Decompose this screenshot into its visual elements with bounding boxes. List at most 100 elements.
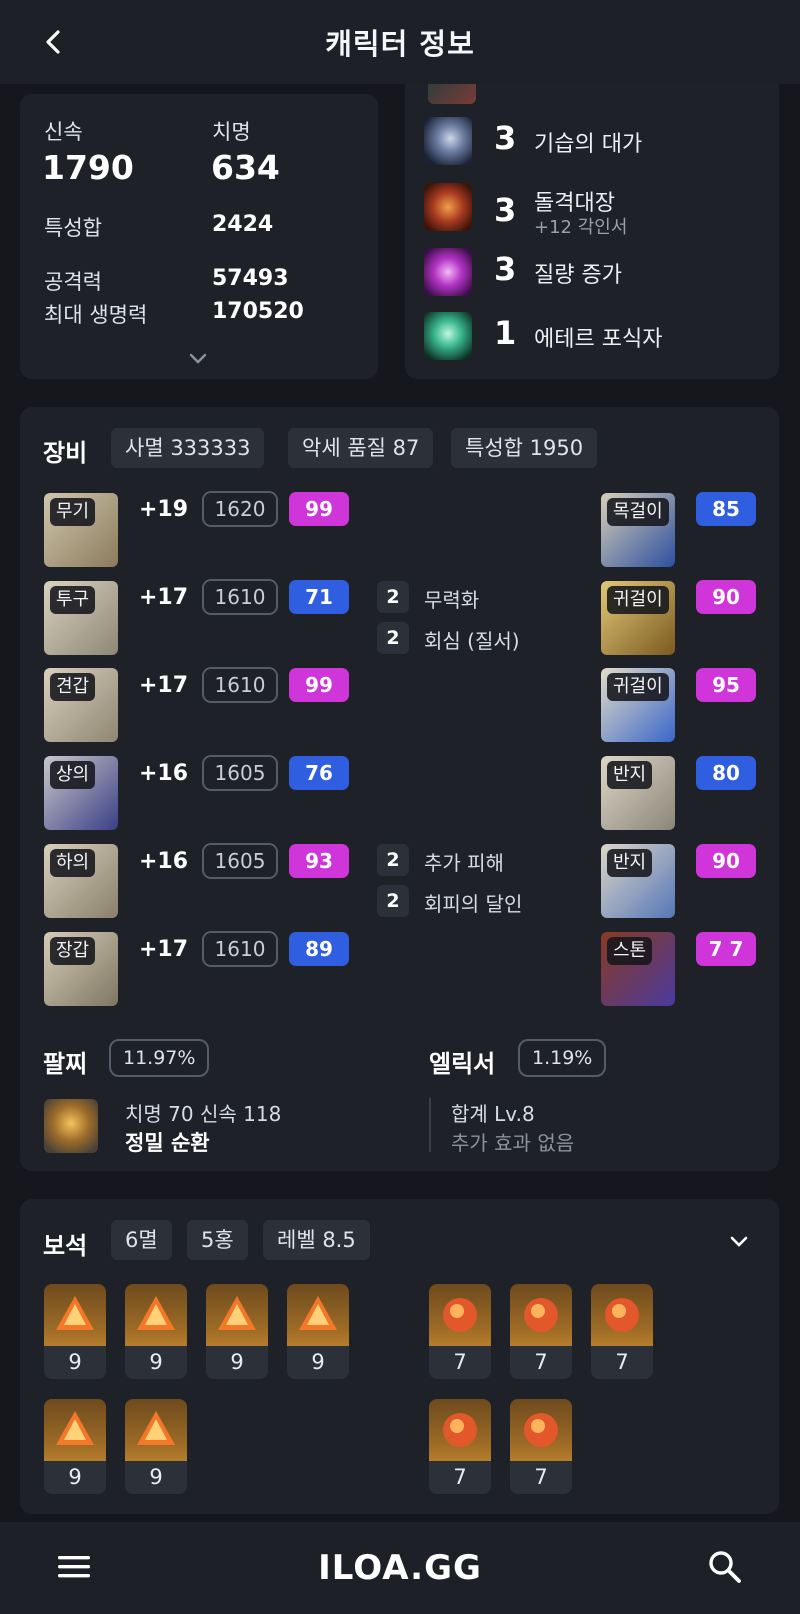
gem-annihilation[interactable]: 9 xyxy=(125,1399,187,1494)
slot-tag: 반지 xyxy=(607,849,653,877)
engraving-level: 1 xyxy=(494,314,517,352)
accessory-icon-ability-stone: 스톤 xyxy=(601,932,675,1006)
gem-icon xyxy=(429,1399,491,1461)
engraving-row[interactable]: 1 에테르 포식자 xyxy=(424,312,764,362)
gems-title: 보석 xyxy=(43,1232,88,1260)
enhance-level: +16 xyxy=(139,761,189,786)
slot-tag: 상의 xyxy=(50,761,96,789)
stone-effect-name: 무력화 xyxy=(424,588,480,612)
enhance-level: +17 xyxy=(139,673,189,698)
gem-crimson[interactable]: 7 xyxy=(591,1284,653,1379)
stat-label-total-traits: 특성합 xyxy=(44,216,102,240)
enhance-level: +19 xyxy=(139,497,189,522)
elixir-bonus: 추가 효과 없음 xyxy=(451,1131,575,1155)
gem-icon xyxy=(429,1284,491,1346)
item-level: 1610 xyxy=(202,931,278,967)
engraving-level: 3 xyxy=(494,191,517,229)
gem-annihilation[interactable]: 9 xyxy=(206,1284,268,1379)
gem-crimson[interactable]: 7 xyxy=(510,1399,572,1494)
engraving-row[interactable]: 3 기습의 대가 xyxy=(424,117,764,167)
equipment-title: 장비 xyxy=(43,439,88,467)
gem-annihilation[interactable]: 9 xyxy=(125,1284,187,1379)
stat-label-crit: 치명 xyxy=(212,120,251,144)
quality-badge: 95 xyxy=(696,668,756,702)
gem-annihilation[interactable]: 9 xyxy=(44,1399,106,1494)
enhance-level: +17 xyxy=(139,585,189,610)
gem-level: 9 xyxy=(230,1350,244,1374)
engraving-name: 에테르 포식자 xyxy=(534,327,663,352)
stats-expand-button[interactable] xyxy=(186,348,210,368)
slot-tag: 투구 xyxy=(50,586,96,614)
elixir-title: 엘릭서 xyxy=(429,1050,496,1078)
bracelet-stats: 치명 70 신속 118 xyxy=(125,1102,282,1126)
site-logo[interactable]: ILOA.GG xyxy=(0,1548,800,1588)
accessory-icon-earring: 귀걸이 xyxy=(601,581,675,655)
engraving-book-bonus: +12 각인서 xyxy=(534,217,628,238)
slot-tag: 견갑 xyxy=(50,673,96,701)
gem-crimson[interactable]: 7 xyxy=(510,1284,572,1379)
slot-tag: 귀걸이 xyxy=(607,673,669,701)
quality-badge: 85 xyxy=(696,492,756,526)
stone-effect-name: 회피의 달인 xyxy=(424,892,523,916)
gem-annihilation[interactable]: 9 xyxy=(44,1284,106,1379)
gem-icon xyxy=(287,1284,349,1346)
armor-icon-chest: 상의 xyxy=(44,756,118,830)
back-button[interactable] xyxy=(34,22,74,62)
gems-expand-button[interactable] xyxy=(726,1230,752,1252)
armor-icon-shoulder: 견갑 xyxy=(44,668,118,742)
quality-badge: 7 7 xyxy=(696,932,756,966)
stat-value-total-traits: 2424 xyxy=(212,212,274,237)
elixir-percent: 1.19% xyxy=(518,1039,607,1077)
armor-icon-pants: 하의 xyxy=(44,844,118,918)
gem-crimson[interactable]: 7 xyxy=(429,1399,491,1494)
gem-level: 7 xyxy=(615,1350,629,1374)
gem-icon xyxy=(206,1284,268,1346)
bracelet-title: 팔찌 xyxy=(43,1050,88,1078)
accessory-icon-earring: 귀걸이 xyxy=(601,668,675,742)
slot-tag: 귀걸이 xyxy=(607,586,669,614)
search-icon xyxy=(709,1551,741,1583)
enhance-level: +17 xyxy=(139,937,189,962)
accessory-icon-ring: 반지 xyxy=(601,844,675,918)
stone-effect-name: 회심 (질서) xyxy=(424,629,520,653)
quality-badge: 93 xyxy=(289,844,349,878)
gem-chip-average-level: 레벨 8.5 xyxy=(263,1220,370,1260)
gem-level: 7 xyxy=(453,1350,467,1374)
slot-tag: 스톤 xyxy=(607,937,653,965)
item-level: 1620 xyxy=(202,491,278,527)
gem-annihilation[interactable]: 9 xyxy=(287,1284,349,1379)
enhance-level: +16 xyxy=(139,849,189,874)
gem-level: 9 xyxy=(149,1465,163,1489)
chevron-left-icon xyxy=(46,30,60,54)
quality-badge: 80 xyxy=(696,756,756,790)
search-button[interactable] xyxy=(706,1548,744,1586)
elixir-level: 합계 Lv.8 xyxy=(451,1102,535,1126)
engraving-name: 질량 증가 xyxy=(534,263,622,288)
gem-icon xyxy=(125,1284,187,1346)
item-level: 1605 xyxy=(202,755,278,791)
engraving-row[interactable]: 3 질량 증가 xyxy=(424,248,764,298)
gem-icon xyxy=(510,1284,572,1346)
top-app-bar: 캐릭터 정보 xyxy=(0,0,800,84)
bracelet-percent: 11.97% xyxy=(109,1039,210,1077)
engraving-icon xyxy=(424,312,472,360)
gem-level: 9 xyxy=(68,1465,82,1489)
equipment-chip-elixir-set: 사멸 333333 xyxy=(111,428,265,468)
stone-effect-count: 2 xyxy=(377,885,409,917)
engraving-row[interactable]: 3 돌격대장 +12 각인서 xyxy=(424,183,764,238)
armor-icon-weapon: 무기 xyxy=(44,493,118,567)
quality-badge: 90 xyxy=(696,580,756,614)
engraving-level: 3 xyxy=(494,250,517,288)
quality-badge: 99 xyxy=(289,492,349,526)
gem-crimson[interactable]: 7 xyxy=(429,1284,491,1379)
stat-value-attack: 57493 xyxy=(212,266,289,291)
engraving-icon xyxy=(424,117,472,165)
stone-effect-count: 2 xyxy=(377,622,409,654)
equipment-chip-trait-total: 특성합 1950 xyxy=(451,428,598,468)
engraving-name: 기습의 대가 xyxy=(534,132,643,157)
gem-icon xyxy=(591,1284,653,1346)
gem-icon xyxy=(44,1284,106,1346)
bracelet-icon[interactable] xyxy=(44,1099,98,1153)
stat-label-attack: 공격력 xyxy=(44,270,102,294)
slot-tag: 장갑 xyxy=(50,937,96,965)
